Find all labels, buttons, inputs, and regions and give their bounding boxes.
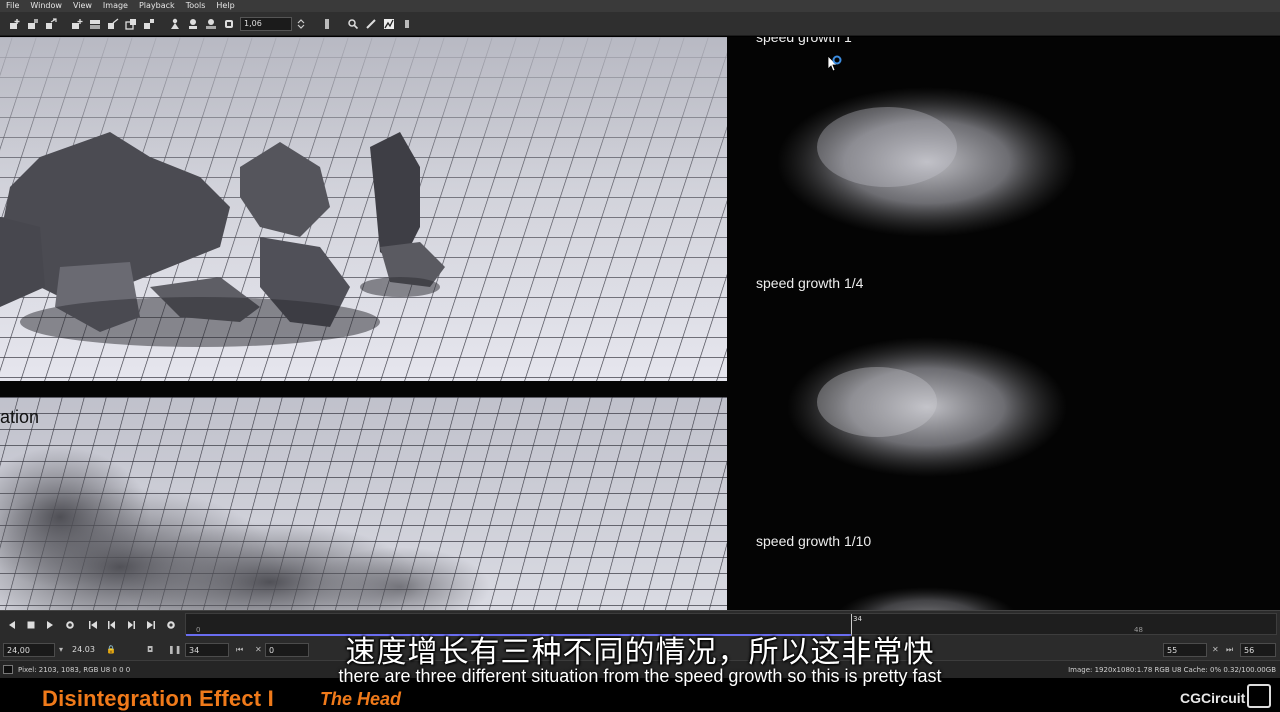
dust-grid-image [0, 397, 727, 610]
spinner-icon[interactable] [292, 15, 310, 33]
comparison-pane-right: speed growth 1 speed growth 1/4 speed gr… [727, 37, 1280, 610]
layout-5-icon[interactable] [140, 15, 158, 33]
grid-floor-image [0, 37, 727, 381]
settings-icon[interactable] [398, 15, 416, 33]
remove-channel-icon[interactable] [24, 15, 42, 33]
zoom-icon[interactable] [184, 15, 202, 33]
exposure-icon[interactable] [220, 15, 238, 33]
menu-window[interactable]: Window [24, 0, 67, 12]
label-speed-growth-1-4: speed growth 1/4 [756, 275, 864, 291]
render-pane-bottom-left [0, 397, 727, 610]
menu-file[interactable]: File [0, 0, 24, 12]
cropped-side-label: ation [0, 407, 40, 427]
layout-1-icon[interactable] [68, 15, 86, 33]
layout-2-icon[interactable] [86, 15, 104, 33]
menu-tools[interactable]: Tools [180, 0, 211, 12]
course-subtitle: The Head [320, 689, 402, 709]
pencil-icon[interactable] [362, 15, 380, 33]
label-speed-growth-1-10: speed growth 1/10 [756, 533, 872, 549]
brand-logo-icon [1247, 684, 1271, 708]
swap-icon[interactable] [42, 15, 60, 33]
menu-view[interactable]: View [67, 0, 97, 12]
menu-help[interactable]: Help [210, 0, 239, 12]
menu-image[interactable]: Image [97, 0, 133, 12]
label-speed-growth-1: speed growth 1 [756, 37, 852, 45]
layout-4-icon[interactable] [122, 15, 140, 33]
course-title: Disintegration Effect I [42, 686, 274, 711]
color-picker-icon[interactable] [318, 15, 336, 33]
render-pane-top-left [0, 37, 727, 381]
brand-logo-text: CGCircuit [1180, 690, 1246, 706]
toolbar: 1,06 [0, 12, 1280, 36]
image-viewer[interactable]: ation speed growth 1 speed growth 1/4 sp… [0, 37, 1280, 610]
particle-cloud-image [777, 87, 1077, 610]
zoom-field[interactable]: 1,06 [240, 16, 292, 31]
pane-divider [0, 381, 727, 397]
layout-3-icon[interactable] [104, 15, 122, 33]
add-channel-icon[interactable] [6, 15, 24, 33]
menu-playback[interactable]: Playback [133, 0, 180, 12]
subtitle-english: there are three different situation from… [338, 666, 942, 686]
histogram-icon[interactable] [380, 15, 398, 33]
menu-bar: File Window View Image Playback Tools He… [0, 0, 1280, 12]
subtitle-chinese: 速度增长有三种不同的情况，所以这非常快 [345, 635, 935, 670]
fit-icon[interactable] [202, 15, 220, 33]
mouse-cursor-icon [827, 55, 842, 72]
pan-icon[interactable] [166, 15, 184, 33]
magnify-icon[interactable] [344, 15, 362, 33]
ruler-current-frame: 34 [853, 615, 862, 623]
